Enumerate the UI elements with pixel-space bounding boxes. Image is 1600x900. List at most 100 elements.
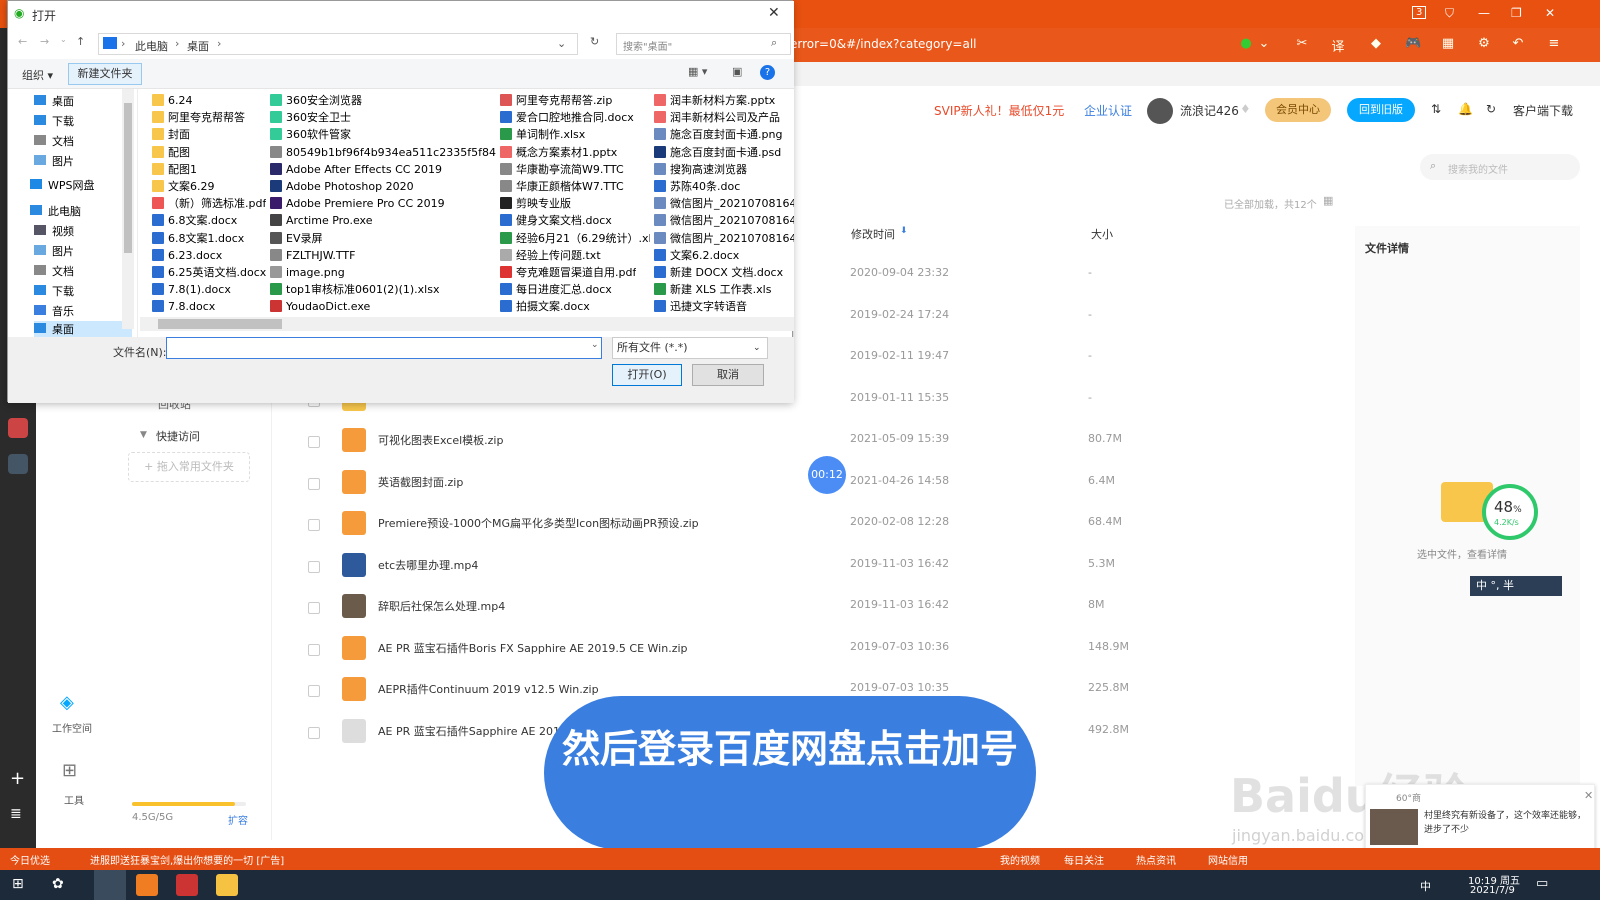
file-item[interactable]: Adobe After Effects CC 2019 [270,161,442,178]
organize-button[interactable]: 组织 ▾ [22,67,53,83]
table-row[interactable]: AE PR 蓝宝石插件Boris FX Sapphire AE 2019.5 C… [290,630,1330,670]
file-item[interactable]: 6.24 [152,92,193,109]
row-checkbox[interactable] [308,477,320,490]
app-icon[interactable]: ✿ [52,876,64,892]
close-icon[interactable]: ✕ [1545,6,1555,20]
file-item[interactable]: 华康正颜楷体W7.TTC [500,178,624,195]
wps-icon[interactable] [176,874,198,896]
notification-center-icon[interactable]: ▭ [1536,876,1548,891]
file-item[interactable]: 润丰新材料公司及产品 [654,109,780,126]
file-item[interactable]: 单词制作.xlsx [500,126,585,143]
tree-item[interactable]: 文档 [34,263,74,281]
ime-indicator[interactable]: 中 °, 半 [1470,576,1562,596]
file-item[interactable]: 搜狗高速浏览器 [654,161,747,178]
app-icon[interactable] [8,418,28,438]
filename-input[interactable]: ⌄ [166,337,602,359]
tab-count-badge[interactable]: 3 [1412,6,1427,19]
file-item[interactable]: 概念方案素材1.pptx [500,144,617,161]
file-item[interactable]: Adobe Photoshop 2020 [270,178,414,195]
translate-icon[interactable]: 译 [1330,36,1346,55]
file-item[interactable]: 文案6.2.docx [654,247,739,264]
hot-news-link[interactable]: 热点资讯 [1136,852,1176,867]
avatar[interactable] [1147,98,1173,124]
menu-icon[interactable]: ≡ [1546,36,1562,52]
chevron-down-icon[interactable]: ▼ [140,430,147,440]
windows-start-icon[interactable]: ⊞ [12,876,24,892]
file-item[interactable]: 6.25英语文档.docx [152,264,266,281]
row-checkbox[interactable] [308,519,320,531]
grid-view-icon[interactable]: ▦ [1323,194,1333,207]
search-box[interactable]: ⌕ 搜索我的文件 [1420,154,1580,180]
vip-center-button[interactable]: 会员中心 [1265,98,1331,122]
daily-follow-link[interactable]: 每日关注 [1064,852,1104,867]
file-item[interactable]: 润丰新材料方案.pptx [654,92,775,109]
settings-icon[interactable]: ⚙ [1476,36,1492,52]
tools-icon[interactable]: ⊞ [62,760,77,781]
scroll-thumb[interactable] [124,103,132,253]
filetype-select[interactable]: 所有文件 (*.*) ⌄ [612,337,768,359]
ime-status[interactable]: 中 [1420,878,1431,894]
open-button[interactable]: 打开(O) [612,364,682,386]
view-icon[interactable]: ▦ ▾ [688,65,707,78]
file-item[interactable]: 夸克难题冒渠道自用.pdf [500,264,636,281]
file-item[interactable]: 苏陈40条.doc [654,178,740,195]
news-ticker[interactable]: 进服即送狂暴宝剑,爆出你想要的一切 [广告] [90,852,284,867]
tools-label[interactable]: 工具 [64,792,84,807]
file-item[interactable]: 迅捷文字转语音 [654,298,747,315]
file-item[interactable]: 360安全浏览器 [270,92,362,109]
back-to-old-button[interactable]: 回到旧版 [1347,98,1415,122]
tree-item[interactable]: 桌面 [34,93,74,111]
clock-date[interactable]: 2021/7/9 [1470,885,1515,896]
up-icon[interactable]: ↑ [76,35,85,48]
workspace-label[interactable]: 工作空间 [52,720,92,735]
row-checkbox[interactable] [308,685,320,697]
upload-progress-ring[interactable]: 48% 4.2K/s [1482,484,1538,540]
table-row[interactable]: 辞职后社保怎么处理.mp4 2019-11-03 16:42 8M [290,588,1330,628]
path-segment[interactable]: 此电脑 [135,38,168,54]
my-videos-link[interactable]: 我的视频 [1000,852,1040,867]
file-item[interactable]: YoudaoDict.exe [270,298,370,315]
file-explorer-icon[interactable] [216,874,238,896]
svip-promo-link[interactable]: SVIP新人礼！最低仅1元 [934,102,1064,119]
file-item[interactable]: 6.8文案1.docx [152,230,244,247]
app-icon[interactable] [136,874,158,896]
file-item[interactable]: image.png [270,264,345,281]
row-checkbox[interactable] [308,436,320,448]
shield-icon[interactable]: ● [1238,36,1254,52]
file-item[interactable]: 健身文案文档.docx [500,212,612,229]
table-row[interactable]: 可视化图表Excel模板.zip 2021-05-09 15:39 80.7M [290,422,1330,462]
client-download-link[interactable]: 客户端下载 [1513,102,1573,119]
minimize-icon[interactable]: — [1478,6,1490,20]
quick-access[interactable]: 快捷访问 [156,428,200,444]
vertical-scrollbar[interactable] [122,89,134,329]
shirt-icon[interactable]: ⛉ [1445,6,1454,21]
workspace-icon[interactable]: ◈ [60,692,74,713]
file-item[interactable]: Adobe Premiere Pro CC 2019 [270,195,445,212]
path-bar[interactable]: › 此电脑 › 桌面 › ⌄ [98,33,578,55]
grid-icon[interactable]: ▦ [1440,36,1456,52]
refresh-icon[interactable]: ↻ [1486,102,1496,116]
tree-item[interactable]: 此电脑 [30,203,81,221]
username[interactable]: 流浪记426 [1180,102,1239,119]
file-item[interactable]: 6.8文案.docx [152,212,237,229]
restore-icon[interactable]: ❐ [1511,6,1522,20]
row-checkbox[interactable] [308,602,320,614]
file-item[interactable]: top1审核标准0601(2)(1).xlsx [270,281,439,298]
file-item[interactable]: 文案6.29 [152,178,215,195]
file-item[interactable]: 360软件管家 [270,126,351,143]
file-item[interactable]: 爱合口腔地推合同.docx [500,109,634,126]
file-item[interactable]: FZLTHJW.TTF [270,247,355,264]
file-item[interactable]: 7.8.docx [152,298,215,315]
row-checkbox[interactable] [308,726,320,739]
address-bar[interactable]: error=0&#/index?category=all [790,37,977,51]
file-item[interactable]: 配图 [152,144,190,161]
row-checkbox[interactable] [308,560,320,573]
file-item[interactable]: 每日进度汇总.docx [500,281,612,298]
dialog-search-input[interactable]: 搜索"桌面" ⌕ [616,33,791,55]
drag-folder-hint[interactable]: + 拖入常用文件夹 [128,452,250,482]
file-name[interactable]: 可视化图表Excel模板.zip [378,432,503,448]
file-item[interactable]: 80549b1bf96f4b934ea511c2335f5f84.jpeg [270,144,496,161]
tree-item[interactable]: 视频 [34,223,74,241]
tree-item[interactable]: 图片 [34,153,74,171]
column-size[interactable]: 大小 [1091,226,1113,242]
